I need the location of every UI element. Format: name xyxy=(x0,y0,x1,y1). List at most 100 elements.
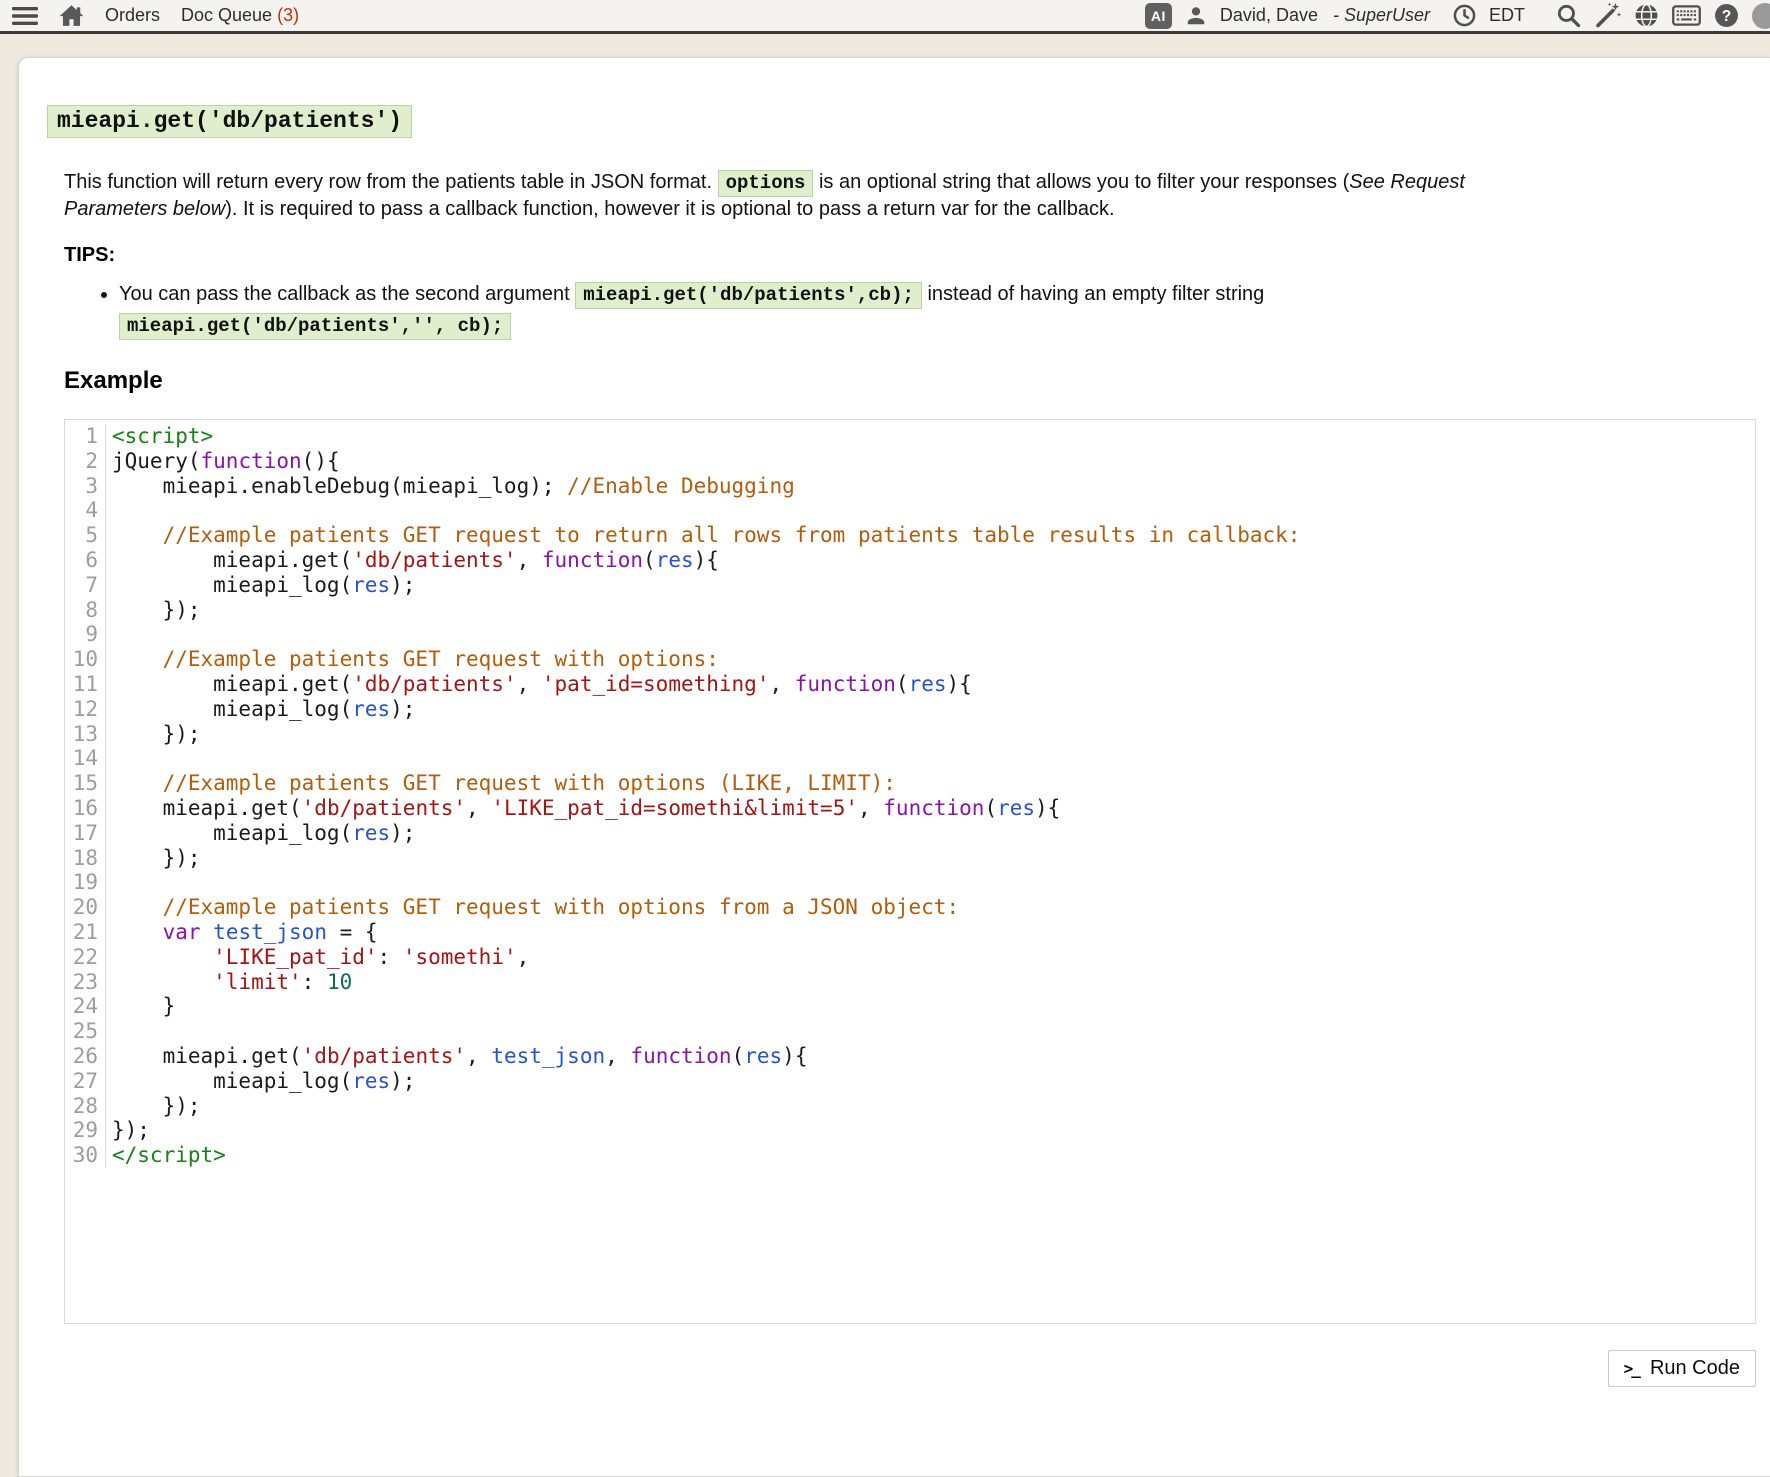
line-number: 25 xyxy=(65,1019,98,1044)
line-number: 4 xyxy=(65,498,98,523)
api-function-title: mieapi.get('db/patients') xyxy=(47,105,412,138)
text-segment: You can pass the callback as the second … xyxy=(119,283,575,305)
text-segment: instead of having an empty filter string xyxy=(922,283,1264,305)
line-number: 16 xyxy=(65,796,98,821)
line-number: 19 xyxy=(65,870,98,895)
code-line xyxy=(112,1019,1300,1044)
text-segment: is an optional string that allows you to… xyxy=(813,171,1349,193)
nav-orders-link[interactable]: Orders xyxy=(105,5,160,26)
code-line: mieapi_log(res); xyxy=(112,1069,1300,1094)
line-number: 3 xyxy=(65,474,98,499)
search-icon[interactable] xyxy=(1556,3,1581,28)
home-icon[interactable] xyxy=(59,4,84,27)
code-line: //Example patients GET request with opti… xyxy=(112,895,1300,920)
hamburger-menu-icon[interactable] xyxy=(12,6,38,26)
run-button-row: >_ Run Code xyxy=(64,1350,1756,1387)
line-number: 23 xyxy=(65,970,98,995)
description-paragraph: This function will return every row from… xyxy=(64,170,1564,222)
globe-icon[interactable] xyxy=(1634,3,1659,28)
code-line: mieapi.get('db/patients', test_json, fun… xyxy=(112,1044,1300,1069)
code-line: mieapi.get('db/patients', 'LIKE_pat_id=s… xyxy=(112,796,1300,821)
timezone-label: EDT xyxy=(1489,5,1525,26)
code-line: }); xyxy=(112,1118,1300,1143)
code-line: //Example patients GET request to return… xyxy=(112,523,1300,548)
line-number: 10 xyxy=(65,647,98,672)
help-icon[interactable]: ? xyxy=(1714,3,1739,28)
line-number: 30 xyxy=(65,1143,98,1168)
code-line: //Example patients GET request with opti… xyxy=(112,771,1300,796)
keyboard-icon[interactable] xyxy=(1672,5,1701,26)
example-heading: Example xyxy=(64,367,1770,395)
line-number: 20 xyxy=(65,895,98,920)
code-editor[interactable]: 1234567891011121314151617181920212223242… xyxy=(64,419,1756,1324)
code-line xyxy=(112,498,1300,523)
code-line: }); xyxy=(112,846,1300,871)
code-line xyxy=(112,870,1300,895)
line-number: 26 xyxy=(65,1044,98,1069)
line-number-gutter: 1234567891011121314151617181920212223242… xyxy=(65,424,106,1168)
line-number: 14 xyxy=(65,746,98,771)
code-line: mieapi.enableDebug(mieapi_log); //Enable… xyxy=(112,474,1300,499)
line-number: 11 xyxy=(65,672,98,697)
user-icon xyxy=(1185,5,1207,27)
line-number: 1 xyxy=(65,424,98,449)
tips-list: You can pass the callback as the second … xyxy=(64,279,1504,341)
line-number: 7 xyxy=(65,573,98,598)
user-name[interactable]: David, Dave xyxy=(1220,5,1318,26)
line-number: 29 xyxy=(65,1118,98,1143)
line-number: 21 xyxy=(65,920,98,945)
inline-code: mieapi.get('db/patients','', cb); xyxy=(119,313,511,340)
code-line: mieapi_log(res); xyxy=(112,573,1300,598)
code-lines: <script>jQuery(function(){ mieapi.enable… xyxy=(106,424,1300,1168)
terminal-prompt-icon: >_ xyxy=(1624,1359,1641,1378)
line-number: 6 xyxy=(65,548,98,573)
line-number: 22 xyxy=(65,945,98,970)
content-card: mieapi.get('db/patients') This function … xyxy=(18,57,1770,1477)
line-number: 5 xyxy=(65,523,98,548)
line-number: 2 xyxy=(65,449,98,474)
doc-queue-count-badge: (3) xyxy=(277,5,299,26)
code-line: </script> xyxy=(112,1143,1300,1168)
line-number: 18 xyxy=(65,846,98,871)
nav-doc-queue-label: Doc Queue xyxy=(181,5,272,26)
code-line: 'limit': 10 xyxy=(112,970,1300,995)
inline-code: mieapi.get('db/patients',cb); xyxy=(575,282,922,309)
code-line: }); xyxy=(112,722,1300,747)
line-number: 12 xyxy=(65,697,98,722)
code-line: mieapi.get('db/patients', 'pat_id=someth… xyxy=(112,672,1300,697)
line-number: 15 xyxy=(65,771,98,796)
code-line: } xyxy=(112,994,1300,1019)
inline-code: options xyxy=(718,170,814,197)
code-line xyxy=(112,622,1300,647)
code-line: mieapi.get('db/patients', function(res){ xyxy=(112,548,1300,573)
code-line: mieapi_log(res); xyxy=(112,697,1300,722)
line-number: 8 xyxy=(65,598,98,623)
cutoff-toolbar-icon[interactable] xyxy=(1752,3,1770,29)
line-number: 27 xyxy=(65,1069,98,1094)
nav-doc-queue[interactable]: Doc Queue (3) xyxy=(181,5,299,26)
line-number: 13 xyxy=(65,722,98,747)
clock-icon[interactable] xyxy=(1453,4,1476,27)
code-line: //Example patients GET request with opti… xyxy=(112,647,1300,672)
code-line: 'LIKE_pat_id': 'somethi', xyxy=(112,945,1300,970)
line-number: 28 xyxy=(65,1094,98,1119)
code-line: jQuery(function(){ xyxy=(112,449,1300,474)
line-number: 9 xyxy=(65,622,98,647)
tip-item: You can pass the callback as the second … xyxy=(119,279,1504,341)
user-role: - SuperUser xyxy=(1333,5,1430,26)
line-number: 17 xyxy=(65,821,98,846)
run-code-label: Run Code xyxy=(1650,1357,1740,1380)
line-number: 24 xyxy=(65,994,98,1019)
run-code-button[interactable]: >_ Run Code xyxy=(1608,1350,1756,1387)
magic-wand-icon[interactable] xyxy=(1594,2,1621,29)
help-glyph: ? xyxy=(1722,8,1732,25)
ai-badge-icon[interactable]: AI xyxy=(1145,3,1172,29)
tips-heading: TIPS: xyxy=(64,244,1770,267)
code-line xyxy=(112,746,1300,771)
code-line: }); xyxy=(112,1094,1300,1119)
code-line: var test_json = { xyxy=(112,920,1300,945)
text-segment: ). It is required to pass a callback fun… xyxy=(225,198,1114,220)
code-line: mieapi_log(res); xyxy=(112,821,1300,846)
code-line: }); xyxy=(112,598,1300,623)
code-line: <script> xyxy=(112,424,1300,449)
